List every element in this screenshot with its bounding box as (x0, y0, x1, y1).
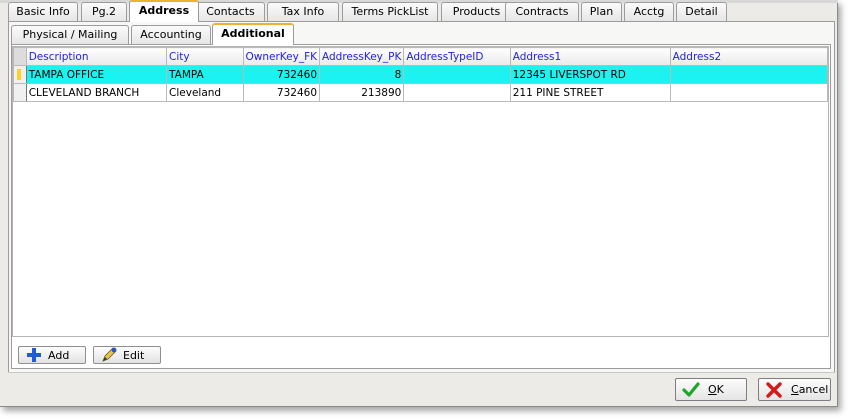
edit-button-label: Edit (123, 348, 145, 362)
dialog-window: Basic Info Pg.2 Address Contacts Tax Inf… (0, 0, 838, 407)
tab-accounting[interactable]: Accounting (131, 25, 211, 44)
tab-pg2[interactable]: Pg.2 (81, 2, 127, 21)
checkmark-icon (682, 381, 700, 399)
tab-acctg[interactable]: Acctg (624, 2, 674, 21)
current-row-marker-icon (17, 69, 21, 80)
pen-icon (101, 347, 117, 363)
cell-city[interactable]: TAMPA (166, 65, 244, 84)
add-button[interactable]: Add (18, 346, 86, 364)
cell-city[interactable]: Cleveland (166, 83, 244, 102)
cell-addresstypeid[interactable] (403, 83, 511, 102)
cancel-button[interactable]: Cancel (758, 378, 831, 401)
tab-physical-mailing[interactable]: Physical / Mailing (11, 25, 129, 44)
tab-plan[interactable]: Plan (581, 2, 622, 21)
ok-button-label: OK (708, 383, 724, 396)
cell-description[interactable]: CLEVELAND BRANCH (25, 83, 168, 102)
cell-address2[interactable] (669, 83, 828, 102)
cell-addresstypeid[interactable] (403, 65, 511, 84)
table-row[interactable]: CLEVELAND BRANCH Cleveland 732460 213890… (13, 83, 828, 102)
column-header-addresstypeid[interactable]: AddressTypeID (403, 47, 511, 66)
cell-description[interactable]: TAMPA OFFICE (25, 65, 168, 84)
tab-tax-info[interactable]: Tax Info (267, 2, 339, 21)
table-row[interactable]: TAMPA OFFICE TAMPA 732460 8 12345 LIVERS… (13, 65, 828, 84)
column-header-address2[interactable]: Address2 (669, 47, 828, 66)
tab-terms-picklist[interactable]: Terms PickList (342, 2, 438, 21)
cell-addresskey-pk[interactable]: 8 (319, 65, 405, 84)
cell-addresskey-pk[interactable]: 213890 (319, 83, 405, 102)
x-icon (765, 381, 783, 399)
tab-basic-info[interactable]: Basic Info (8, 2, 78, 21)
row-indicator[interactable] (13, 83, 27, 102)
cell-ownerkey-fk[interactable]: 732460 (242, 65, 321, 84)
cancel-button-label: Cancel (791, 383, 829, 396)
footer-divider (8, 372, 835, 373)
cell-address1[interactable]: 12345 LIVERSPOT RD (509, 65, 671, 84)
column-header-city[interactable]: City (166, 47, 244, 66)
tab-contracts[interactable]: Contracts (505, 2, 579, 21)
add-button-label: Add (48, 348, 70, 362)
column-header-address1[interactable]: Address1 (509, 47, 671, 66)
cell-address1[interactable]: 211 PINE STREET (509, 83, 671, 102)
cell-ownerkey-fk[interactable]: 732460 (242, 83, 321, 102)
plus-icon (26, 347, 42, 363)
row-indicator-header (13, 47, 27, 66)
grid-header-row: Description City OwnerKey_FK AddressKey_… (13, 47, 828, 66)
cell-address2[interactable] (669, 65, 828, 84)
address-grid[interactable]: Description City OwnerKey_FK AddressKey_… (12, 46, 829, 337)
column-header-ownerkey-fk[interactable]: OwnerKey_FK (242, 47, 321, 66)
column-header-addresskey-pk[interactable]: AddressKey_PK (319, 47, 405, 66)
column-header-description[interactable]: Description (25, 47, 168, 66)
ok-button[interactable]: OK (675, 378, 747, 401)
edit-button[interactable]: Edit (93, 346, 161, 364)
tab-contacts[interactable]: Contacts (196, 2, 265, 21)
row-indicator[interactable] (13, 65, 27, 84)
address-table: Description City OwnerKey_FK AddressKey_… (13, 47, 828, 102)
tab-products[interactable]: Products (441, 2, 512, 21)
tab-address[interactable]: Address (129, 0, 199, 22)
tab-additional[interactable]: Additional (212, 23, 294, 45)
tab-detail[interactable]: Detail (676, 2, 727, 21)
